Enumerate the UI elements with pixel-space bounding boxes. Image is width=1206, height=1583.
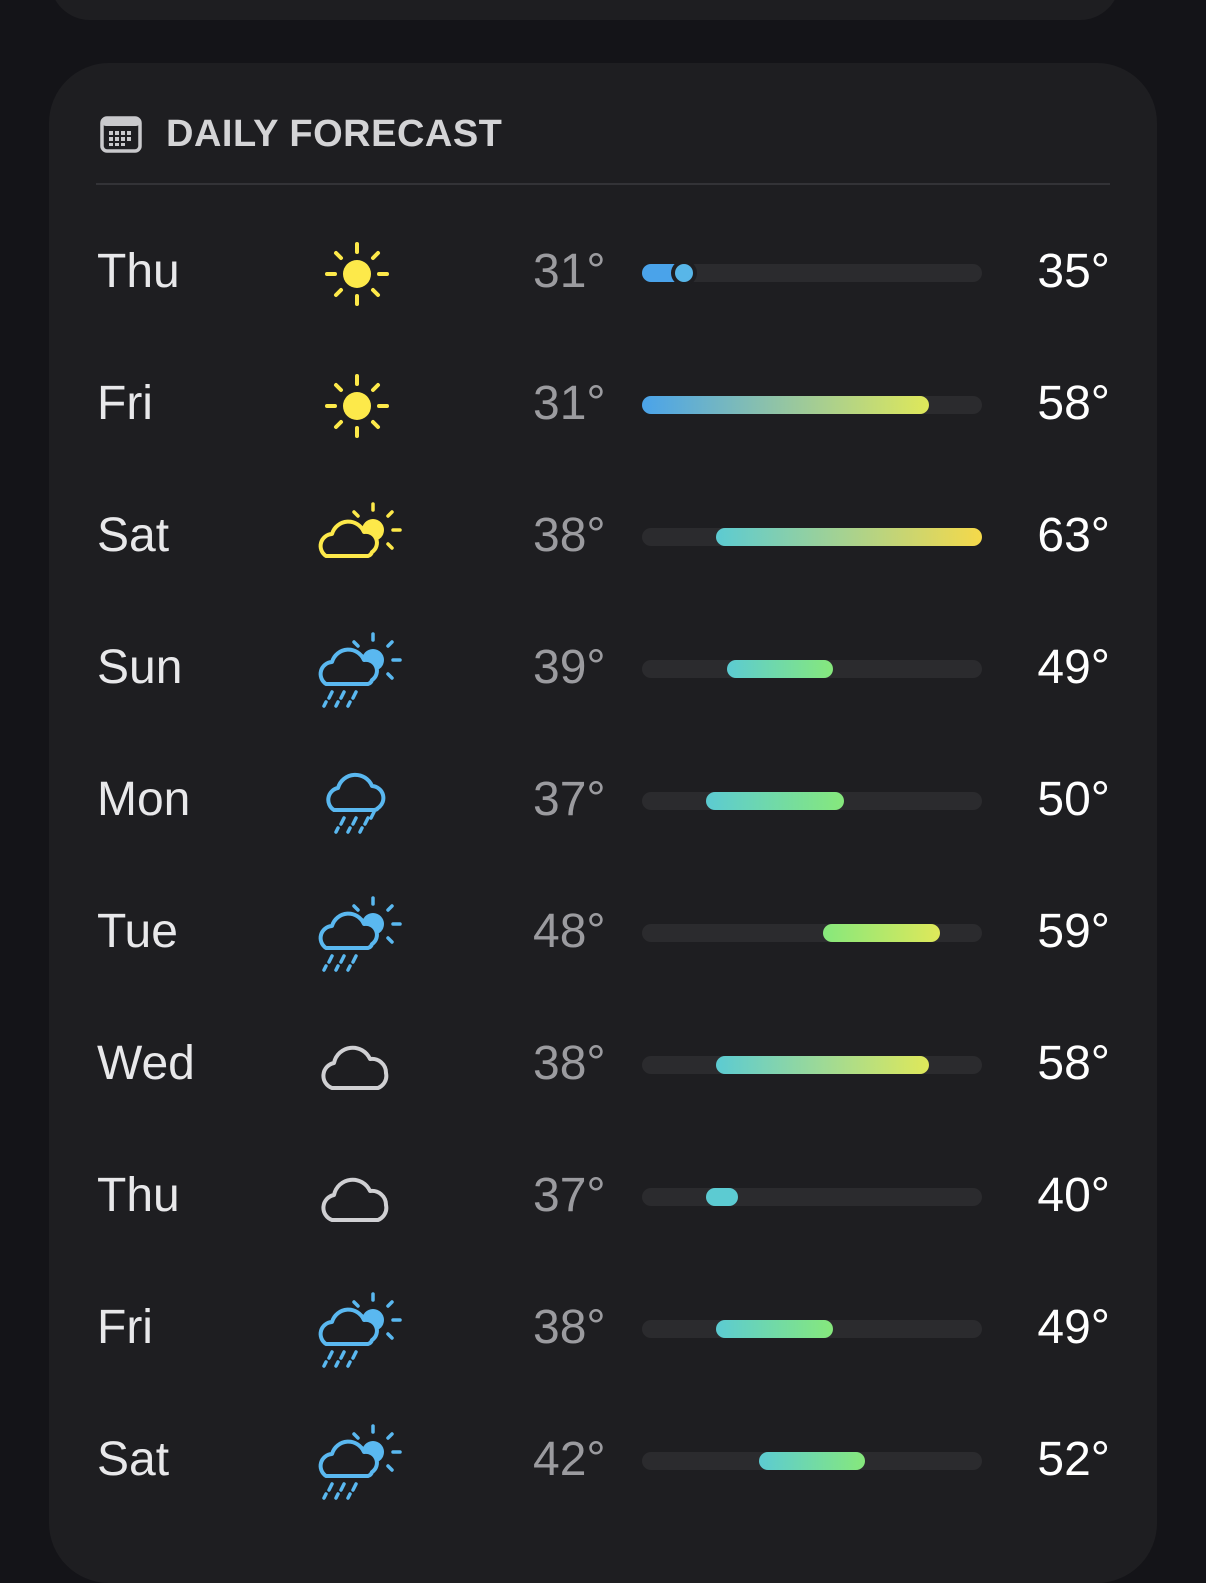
forecast-row[interactable]: Thu 37° 40°	[0, 1146, 1206, 1246]
high-temp: 59°	[1037, 905, 1110, 958]
low-temp: 37°	[533, 773, 606, 826]
low-temp: 48°	[533, 905, 606, 958]
day-label: Wed	[97, 1037, 195, 1090]
day-label: Fri	[97, 377, 153, 430]
temp-range-fill	[705, 1188, 738, 1206]
day-label: Tue	[97, 905, 178, 958]
day-label: Sat	[97, 1433, 170, 1486]
forecast-row[interactable]: Tue 48° 59°	[0, 882, 1206, 982]
sun-icon	[325, 374, 389, 438]
card-header: DAILY FORECAST	[100, 110, 502, 158]
day-label: Mon	[97, 773, 191, 826]
high-temp: 52°	[1037, 1433, 1110, 1486]
temp-range-fill	[758, 1452, 866, 1470]
temp-range-fill	[642, 396, 929, 414]
header-divider	[96, 183, 1110, 185]
temp-range-track	[642, 792, 982, 810]
temp-range-track	[642, 396, 982, 414]
previous-card	[50, 0, 1120, 20]
temp-range-track	[642, 1188, 982, 1206]
temp-range-track	[642, 1056, 982, 1074]
sun-icon	[325, 242, 389, 306]
forecast-row[interactable]: Mon 37° 50°	[0, 750, 1206, 850]
forecast-row[interactable]: Wed 38° 58°	[0, 1014, 1206, 1114]
high-temp: 49°	[1037, 1301, 1110, 1354]
forecast-row[interactable]: Sat 38° 63°	[0, 486, 1206, 586]
temp-range-track	[642, 660, 982, 678]
sun-cloud-rain-icon	[318, 896, 402, 972]
low-temp: 37°	[533, 1169, 606, 1222]
day-label: Fri	[97, 1301, 153, 1354]
cloud-icon	[321, 1045, 389, 1090]
low-temp: 42°	[533, 1433, 606, 1486]
day-label: Thu	[97, 1169, 180, 1222]
temp-range-track	[642, 1320, 982, 1338]
forecast-row[interactable]: Sat 42° 52°	[0, 1410, 1206, 1510]
high-temp: 50°	[1037, 773, 1110, 826]
temp-range-fill	[716, 1056, 929, 1074]
low-temp: 38°	[533, 1037, 606, 1090]
temp-range-track	[642, 1452, 982, 1470]
high-temp: 49°	[1037, 641, 1110, 694]
temp-range-track	[642, 528, 982, 546]
high-temp: 63°	[1037, 509, 1110, 562]
temp-range-fill	[716, 1320, 834, 1338]
forecast-row[interactable]: Thu 31° 35°	[0, 222, 1206, 322]
day-label: Thu	[97, 245, 180, 298]
high-temp: 58°	[1037, 377, 1110, 430]
sun-cloud-rain-icon	[318, 632, 402, 708]
rain-icon	[326, 772, 386, 834]
low-temp: 31°	[533, 245, 606, 298]
low-temp: 38°	[533, 1301, 606, 1354]
current-temp-indicator	[675, 264, 693, 282]
temp-range-track	[642, 924, 982, 942]
temp-range-fill	[716, 528, 982, 546]
sun-cloud-rain-icon	[318, 1424, 402, 1500]
temp-range-fill	[822, 924, 940, 942]
temp-range-track	[642, 264, 982, 282]
low-temp: 31°	[533, 377, 606, 430]
low-temp: 38°	[533, 509, 606, 562]
forecast-row[interactable]: Fri 38° 49°	[0, 1278, 1206, 1378]
partly-cloudy-icon	[318, 502, 402, 558]
day-label: Sun	[97, 641, 183, 694]
temp-range-fill	[705, 792, 844, 810]
day-label: Sat	[97, 509, 170, 562]
cloud-icon	[321, 1177, 389, 1222]
sun-cloud-rain-icon	[318, 1292, 402, 1368]
low-temp: 39°	[533, 641, 606, 694]
high-temp: 35°	[1037, 245, 1110, 298]
high-temp: 40°	[1037, 1169, 1110, 1222]
card-title: DAILY FORECAST	[166, 112, 503, 155]
forecast-row[interactable]: Sun 39° 49°	[0, 618, 1206, 718]
high-temp: 58°	[1037, 1037, 1110, 1090]
temp-range-fill	[727, 660, 834, 678]
forecast-row[interactable]: Fri 31° 58°	[0, 354, 1206, 454]
calendar-icon	[100, 116, 142, 153]
